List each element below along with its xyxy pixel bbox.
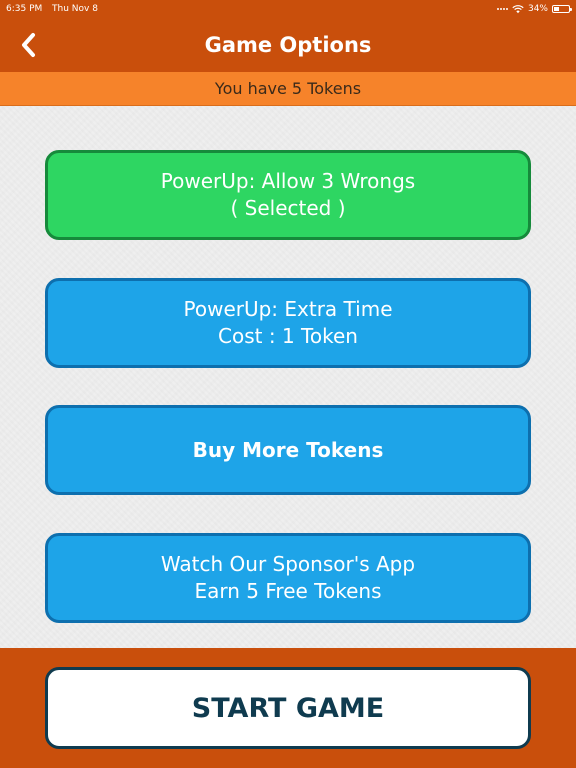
earn-free-tokens-label: Earn 5 Free Tokens: [194, 579, 382, 603]
watch-sponsor-app-button[interactable]: Watch Our Sponsor's App Earn 5 Free Toke…: [45, 533, 531, 623]
signal-icon: [496, 8, 508, 10]
buy-more-tokens-button[interactable]: Buy More Tokens: [45, 405, 531, 495]
start-game-label: START GAME: [191, 692, 385, 724]
navigation-bar: Game Options: [0, 18, 576, 72]
wifi-icon: [512, 4, 524, 13]
powerup-extra-time-button[interactable]: PowerUp: Extra Time Cost : 1 Token: [45, 278, 531, 368]
token-balance-banner: You have 5 Tokens: [0, 72, 576, 106]
powerup-extra-time-label: PowerUp: Extra Time: [183, 297, 393, 321]
powerup-allow-wrongs-label: PowerUp: Allow 3 Wrongs: [160, 169, 416, 193]
status-date: Thu Nov 8: [52, 4, 98, 14]
powerup-allow-wrongs-status: ( Selected ): [230, 196, 346, 220]
token-balance-text: You have 5 Tokens: [214, 79, 362, 98]
status-bar: 6:35 PM Thu Nov 8 34%: [0, 0, 576, 18]
start-game-button[interactable]: START GAME: [45, 667, 531, 749]
status-time: 6:35 PM: [6, 4, 43, 14]
powerup-extra-time-cost: Cost : 1 Token: [218, 324, 358, 348]
status-indicators: 34%: [496, 0, 572, 18]
battery-icon: [552, 5, 572, 13]
buy-more-tokens-label: Buy More Tokens: [192, 437, 384, 462]
page-title: Game Options: [204, 33, 372, 57]
powerup-allow-wrongs-button[interactable]: PowerUp: Allow 3 Wrongs ( Selected ): [45, 150, 531, 240]
watch-sponsor-app-label: Watch Our Sponsor's App: [160, 552, 416, 576]
battery-percent: 34%: [527, 4, 548, 14]
